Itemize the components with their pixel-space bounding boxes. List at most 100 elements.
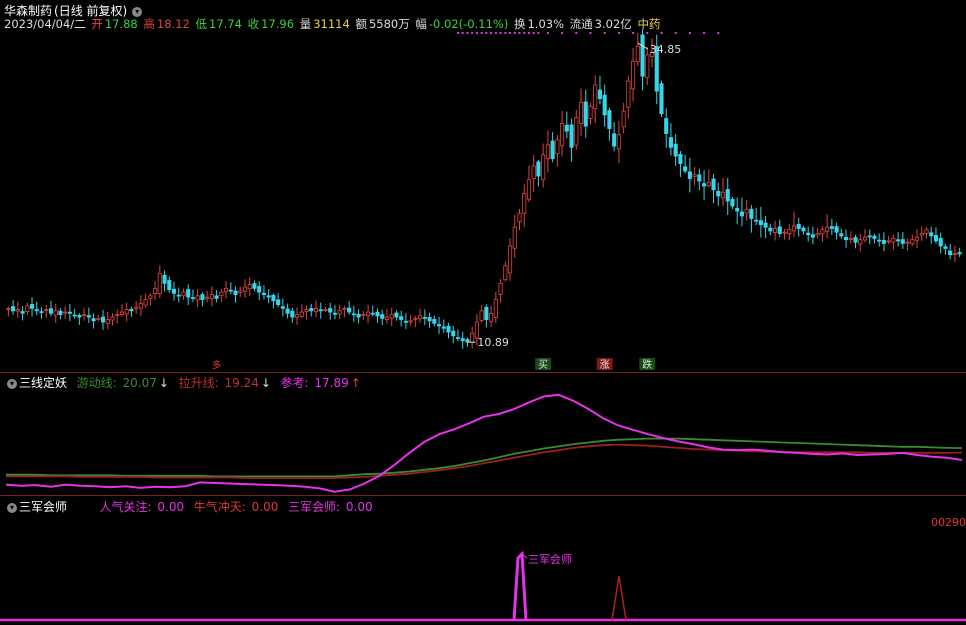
- candle-body: [115, 314, 120, 316]
- candle-body: [257, 286, 262, 293]
- candle-body: [67, 311, 72, 314]
- candle-body: [678, 153, 683, 164]
- candle-body: [725, 189, 730, 202]
- candle-body: [673, 143, 678, 157]
- candle-body: [602, 94, 607, 116]
- signal-dot: [646, 32, 649, 34]
- candle-body: [536, 161, 541, 177]
- candle-body: [578, 101, 584, 124]
- candle-body: [365, 311, 371, 316]
- candle-body: [531, 165, 536, 180]
- candle-body: [933, 235, 939, 242]
- candle-body: [791, 225, 797, 232]
- rise-marker: 涨: [600, 359, 610, 370]
- candle-body: [730, 199, 735, 207]
- signal-dot: [537, 32, 540, 34]
- candle-body: [744, 209, 749, 214]
- candle-body: [460, 338, 465, 342]
- candle-body: [110, 316, 115, 321]
- candle-body: [134, 306, 139, 310]
- candle-body: [503, 265, 508, 280]
- low-label: 10.89: [477, 336, 509, 349]
- candle-body: [171, 288, 177, 294]
- candle-body: [640, 34, 645, 77]
- candle-body: [479, 310, 484, 321]
- candle-body: [441, 326, 446, 329]
- candle-body: [72, 314, 77, 317]
- signal-dot: [456, 32, 459, 34]
- candle-body: [6, 307, 11, 310]
- candle-body: [48, 308, 54, 314]
- candle-body: [138, 302, 143, 309]
- signal-dot: [561, 32, 564, 34]
- candle-body: [905, 241, 910, 244]
- candle-body: [697, 174, 702, 182]
- candle-body: [266, 295, 271, 298]
- candle-body: [380, 314, 385, 319]
- candle-body: [313, 307, 319, 313]
- candle-body: [219, 291, 224, 297]
- indicator2-chart[interactable]: 三军会师: [0, 496, 966, 625]
- candle-body: [105, 319, 110, 325]
- niuqi-spike: [611, 575, 627, 621]
- candle-body: [190, 297, 195, 299]
- candlestick-chart[interactable]: 34.85 10.89 买 涨 跌 多: [0, 0, 966, 370]
- candle-body: [659, 83, 664, 115]
- candle-body: [375, 311, 380, 317]
- candle-body: [739, 211, 744, 217]
- candle-body: [896, 239, 901, 242]
- candle-body: [957, 252, 962, 255]
- candle-body: [470, 332, 475, 343]
- candle-body: [436, 324, 442, 327]
- candle-body: [77, 314, 82, 318]
- candle-body: [555, 139, 560, 155]
- signal-dot: [632, 32, 635, 34]
- candle-body: [773, 228, 778, 233]
- candle-body: [446, 326, 451, 333]
- youdong-line: [6, 437, 963, 478]
- indicator-panel-sanxian: ▾ 三线定妖 游动线: 20.07 ↓ 拉升线: 19.24 ↓ 参考: 17.89 ↑: [0, 373, 966, 495]
- candle-body: [564, 124, 569, 132]
- candle-body: [451, 330, 456, 337]
- signal-dot: [589, 32, 592, 34]
- signal-dot: [471, 32, 474, 34]
- candle-body: [720, 191, 726, 199]
- candle-body: [664, 118, 669, 134]
- candle-body: [200, 294, 205, 300]
- candle-body: [86, 315, 91, 318]
- signal-dot: [509, 32, 512, 34]
- candle-body: [119, 311, 125, 315]
- candle-body: [631, 60, 636, 90]
- candle-body: [276, 299, 281, 305]
- candle-body: [616, 134, 621, 150]
- candle-body: [839, 233, 844, 237]
- indicator1-chart[interactable]: [0, 373, 966, 495]
- candle-body: [427, 317, 432, 322]
- candle-body: [498, 282, 503, 295]
- candle-body: [914, 236, 920, 241]
- candle-body: [626, 80, 631, 108]
- candle-body: [252, 283, 257, 289]
- candle-body: [952, 253, 957, 255]
- candle-body: [224, 287, 229, 292]
- candle-body: [408, 320, 413, 323]
- candle-body: [858, 239, 863, 245]
- price-panel: 华森制药 (日线 前复权) ▾ 2023/04/04/二 开 17.88 高 18.12…: [0, 0, 966, 370]
- candle-body: [39, 311, 44, 314]
- signal-dot: [532, 32, 535, 34]
- signal-dot: [480, 32, 483, 34]
- candle-body: [356, 313, 361, 318]
- candle-body: [668, 137, 673, 148]
- candle-body: [247, 284, 252, 290]
- candle-body: [943, 246, 948, 249]
- candle-body: [432, 319, 437, 324]
- candle-body: [635, 45, 640, 63]
- candle-body: [545, 144, 550, 159]
- candle-body: [910, 239, 915, 245]
- candle-body: [403, 320, 408, 323]
- candle-body: [711, 178, 716, 191]
- candle-body: [337, 310, 342, 315]
- sanjun-spike: [512, 550, 528, 621]
- candle-body: [768, 227, 773, 232]
- candle-body: [15, 309, 20, 312]
